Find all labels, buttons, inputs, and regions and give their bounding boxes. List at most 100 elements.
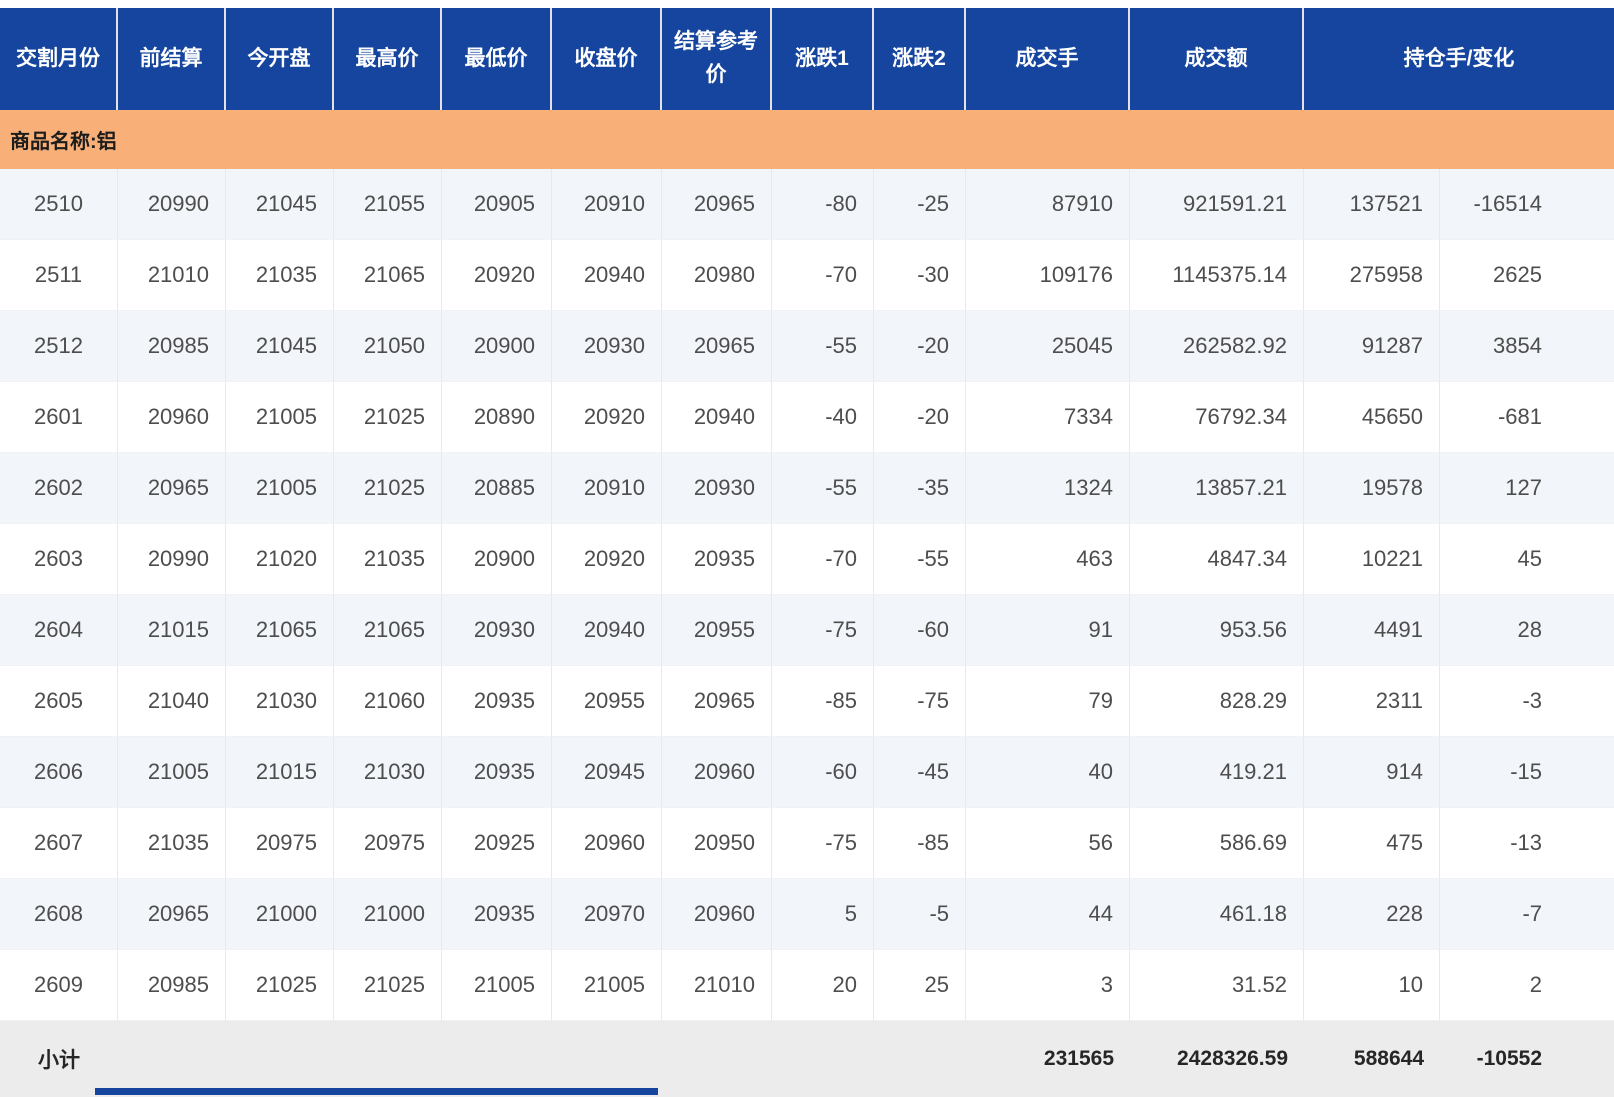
cell-oi-change: -13	[1440, 808, 1614, 879]
cell-prev-settle: 21035	[118, 808, 226, 879]
cell-open: 21035	[226, 240, 334, 311]
cell-high: 21025	[334, 453, 442, 524]
cell-change1: 20	[772, 950, 874, 1021]
col-header-open-interest-change: 持仓手/变化	[1304, 8, 1614, 110]
cell-open: 21045	[226, 311, 334, 382]
cell-prev-settle: 20990	[118, 169, 226, 240]
cell-close: 21005	[552, 950, 662, 1021]
col-header-prev-settle: 前结算	[118, 8, 226, 110]
cell-change2: -25	[874, 169, 966, 240]
subtotal-oi-change: -10552	[1440, 1021, 1614, 1097]
cell-open-interest: 45650	[1304, 382, 1440, 453]
data-row: 2603 20990 21020 21035 20900 20920 20935…	[0, 524, 1614, 595]
cell-delivery-month: 2512	[0, 311, 118, 382]
data-row: 2602 20965 21005 21025 20885 20910 20930…	[0, 453, 1614, 524]
cell-change1: -40	[772, 382, 874, 453]
product-name-banner: 商品名称:铝	[0, 110, 1614, 169]
cell-close: 20920	[552, 524, 662, 595]
cell-prev-settle: 21005	[118, 737, 226, 808]
cell-change1: -55	[772, 311, 874, 382]
cell-delivery-month: 2606	[0, 737, 118, 808]
cell-delivery-month: 2607	[0, 808, 118, 879]
cell-high: 21030	[334, 737, 442, 808]
cell-close: 20930	[552, 311, 662, 382]
cell-turnover: 1145375.14	[1130, 240, 1304, 311]
cell-empty	[662, 1021, 772, 1097]
cell-volume: 109176	[966, 240, 1130, 311]
cell-volume: 79	[966, 666, 1130, 737]
market-quotes-page: 交割月份 前结算 今开盘 最高价 最低价 收盘价 结算参考价 涨跌1 涨跌2 成…	[0, 0, 1614, 1097]
cell-empty	[442, 1021, 552, 1097]
cell-open: 21065	[226, 595, 334, 666]
cell-change1: -55	[772, 453, 874, 524]
cell-change1: -85	[772, 666, 874, 737]
cell-settle-ref: 20935	[662, 524, 772, 595]
table-body: 2510 20990 21045 21055 20905 20910 20965…	[0, 169, 1614, 1021]
cell-low: 20920	[442, 240, 552, 311]
cell-close: 20970	[552, 879, 662, 950]
cell-prev-settle: 20985	[118, 311, 226, 382]
cell-settle-ref: 20930	[662, 453, 772, 524]
cell-open-interest: 137521	[1304, 169, 1440, 240]
cell-prev-settle: 20960	[118, 382, 226, 453]
cell-settle-ref: 20965	[662, 666, 772, 737]
cell-open-interest: 275958	[1304, 240, 1440, 311]
cell-open: 21025	[226, 950, 334, 1021]
cell-prev-settle: 21010	[118, 240, 226, 311]
cell-turnover: 461.18	[1130, 879, 1304, 950]
cell-prev-settle: 21040	[118, 666, 226, 737]
data-row: 2512 20985 21045 21050 20900 20930 20965…	[0, 311, 1614, 382]
subtotal-row: 小计 231565 2428326.59 588644 -10552	[0, 1021, 1614, 1097]
cell-open: 21005	[226, 453, 334, 524]
cell-settle-ref: 20960	[662, 737, 772, 808]
header-row: 交割月份 前结算 今开盘 最高价 最低价 收盘价 结算参考价 涨跌1 涨跌2 成…	[0, 8, 1614, 110]
cell-oi-change: -3	[1440, 666, 1614, 737]
cell-delivery-month: 2608	[0, 879, 118, 950]
cell-settle-ref: 20955	[662, 595, 772, 666]
cell-low: 20900	[442, 311, 552, 382]
cell-delivery-month: 2602	[0, 453, 118, 524]
cell-turnover: 953.56	[1130, 595, 1304, 666]
cell-change2: -5	[874, 879, 966, 950]
cell-open-interest: 19578	[1304, 453, 1440, 524]
cell-high: 21055	[334, 169, 442, 240]
cell-open: 21005	[226, 382, 334, 453]
cell-close: 20945	[552, 737, 662, 808]
cell-change2: -45	[874, 737, 966, 808]
cell-low: 20935	[442, 666, 552, 737]
cell-open: 20975	[226, 808, 334, 879]
col-header-change2: 涨跌2	[874, 8, 966, 110]
cell-high: 21035	[334, 524, 442, 595]
cell-close: 20940	[552, 595, 662, 666]
col-header-turnover: 成交额	[1130, 8, 1304, 110]
data-row: 2608 20965 21000 21000 20935 20970 20960…	[0, 879, 1614, 950]
horizontal-scrollbar-thumb[interactable]	[95, 1088, 658, 1095]
product-banner-row: 商品名称:铝	[0, 110, 1614, 169]
cell-low: 20930	[442, 595, 552, 666]
cell-high: 21025	[334, 950, 442, 1021]
cell-oi-change: 127	[1440, 453, 1614, 524]
table-header: 交割月份 前结算 今开盘 最高价 最低价 收盘价 结算参考价 涨跌1 涨跌2 成…	[0, 8, 1614, 169]
cell-prev-settle: 20965	[118, 879, 226, 950]
cell-volume: 1324	[966, 453, 1130, 524]
data-row: 2605 21040 21030 21060 20935 20955 20965…	[0, 666, 1614, 737]
col-header-change1: 涨跌1	[772, 8, 874, 110]
cell-high: 21060	[334, 666, 442, 737]
cell-low: 20935	[442, 879, 552, 950]
cell-close: 20910	[552, 453, 662, 524]
cell-change2: -60	[874, 595, 966, 666]
col-header-close: 收盘价	[552, 8, 662, 110]
cell-turnover: 4847.34	[1130, 524, 1304, 595]
cell-empty	[118, 1021, 226, 1097]
cell-low: 20935	[442, 737, 552, 808]
cell-turnover: 921591.21	[1130, 169, 1304, 240]
cell-delivery-month: 2609	[0, 950, 118, 1021]
subtotal-volume: 231565	[966, 1021, 1130, 1097]
cell-delivery-month: 2603	[0, 524, 118, 595]
data-row: 2609 20985 21025 21025 21005 21005 21010…	[0, 950, 1614, 1021]
cell-open-interest: 4491	[1304, 595, 1440, 666]
cell-settle-ref: 20950	[662, 808, 772, 879]
cell-delivery-month: 2605	[0, 666, 118, 737]
cell-oi-change: 28	[1440, 595, 1614, 666]
cell-oi-change: -7	[1440, 879, 1614, 950]
